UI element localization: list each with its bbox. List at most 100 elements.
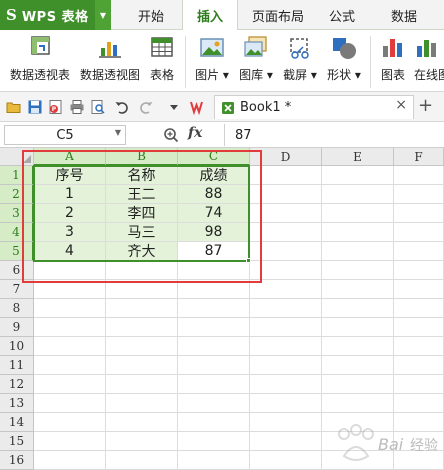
tab-home[interactable]: 开始 [126, 0, 176, 30]
cell-d5[interactable] [250, 242, 322, 261]
row-header-12[interactable]: 12 [0, 375, 34, 394]
column-header-d[interactable]: D [250, 148, 322, 166]
cell-e2[interactable] [322, 185, 394, 204]
cell-d9[interactable] [250, 318, 322, 337]
cell-c12[interactable] [178, 375, 250, 394]
cell-f9[interactable] [394, 318, 444, 337]
cell-b10[interactable] [106, 337, 178, 356]
close-tab-icon[interactable]: × [395, 97, 407, 113]
cell-f14[interactable] [394, 413, 444, 432]
pivot-chart-button[interactable]: 数据透视图 [78, 34, 142, 90]
row-header-15[interactable]: 15 [0, 432, 34, 451]
row-header-10[interactable]: 10 [0, 337, 34, 356]
row-header-3[interactable]: 3 [0, 204, 34, 223]
new-tab-icon[interactable]: + [418, 95, 433, 116]
cell-d7[interactable] [250, 280, 322, 299]
cell-d4[interactable] [250, 223, 322, 242]
shapes-button[interactable]: 形状 ▾ [324, 34, 364, 90]
save-icon[interactable] [27, 99, 43, 115]
open-folder-icon[interactable] [6, 99, 22, 115]
cell-c8[interactable] [178, 299, 250, 318]
cell-f3[interactable] [394, 204, 444, 223]
cell-a16[interactable] [34, 451, 106, 470]
row-header-2[interactable]: 2 [0, 185, 34, 204]
cell-a2[interactable]: 1 [34, 185, 106, 204]
undo-icon[interactable] [114, 99, 130, 115]
cell-f2[interactable] [394, 185, 444, 204]
name-box[interactable]: C5 ▼ [4, 125, 126, 145]
chart-button[interactable]: 图表 [378, 34, 408, 90]
row-header-7[interactable]: 7 [0, 280, 34, 299]
cell-d2[interactable] [250, 185, 322, 204]
chevron-down-icon[interactable]: ▼ [115, 128, 121, 137]
cell-b2[interactable]: 王二 [106, 185, 178, 204]
row-header-9[interactable]: 9 [0, 318, 34, 337]
cell-b16[interactable] [106, 451, 178, 470]
cell-c1[interactable]: 成绩 [178, 166, 250, 185]
row-header-1[interactable]: 1 [0, 166, 34, 185]
print-preview-icon[interactable] [90, 99, 106, 115]
formula-input[interactable]: 87 [224, 124, 444, 146]
cell-e9[interactable] [322, 318, 394, 337]
cell-f5[interactable] [394, 242, 444, 261]
cell-e3[interactable] [322, 204, 394, 223]
cell-d16[interactable] [250, 451, 322, 470]
cell-d15[interactable] [250, 432, 322, 451]
chevron-down-icon[interactable]: ▼ [95, 0, 111, 30]
cell-e4[interactable] [322, 223, 394, 242]
cell-d3[interactable] [250, 204, 322, 223]
cell-a10[interactable] [34, 337, 106, 356]
row-header-6[interactable]: 6 [0, 261, 34, 280]
tab-page-layout[interactable]: 页面布局 [246, 0, 310, 30]
column-header-b[interactable]: B [106, 148, 178, 166]
cell-c10[interactable] [178, 337, 250, 356]
cell-a13[interactable] [34, 394, 106, 413]
cell-c5[interactable]: 87 [178, 242, 250, 261]
cell-b7[interactable] [106, 280, 178, 299]
cell-b6[interactable] [106, 261, 178, 280]
cell-b8[interactable] [106, 299, 178, 318]
picture-button[interactable]: 图片 ▾ [192, 34, 232, 90]
screenshot-button[interactable]: 截屏 ▾ [280, 34, 320, 90]
cell-e11[interactable] [322, 356, 394, 375]
insert-function-button[interactable]: fx [188, 125, 202, 141]
cell-f15[interactable] [394, 432, 444, 451]
cell-e13[interactable] [322, 394, 394, 413]
cell-d1[interactable] [250, 166, 322, 185]
pivot-table-button[interactable]: 数据透视表 [8, 34, 72, 90]
cell-f13[interactable] [394, 394, 444, 413]
tab-data[interactable]: 数据 [380, 0, 428, 30]
column-header-f[interactable]: F [394, 148, 444, 166]
cell-a3[interactable]: 2 [34, 204, 106, 223]
cell-e12[interactable] [322, 375, 394, 394]
column-header-e[interactable]: E [322, 148, 394, 166]
cell-d13[interactable] [250, 394, 322, 413]
cell-f11[interactable] [394, 356, 444, 375]
cell-f12[interactable] [394, 375, 444, 394]
cell-a12[interactable] [34, 375, 106, 394]
cell-f6[interactable] [394, 261, 444, 280]
fill-handle[interactable] [246, 258, 251, 263]
cell-b4[interactable]: 马三 [106, 223, 178, 242]
column-header-a[interactable]: A [34, 148, 106, 166]
cell-e15[interactable] [322, 432, 394, 451]
cell-a5[interactable]: 4 [34, 242, 106, 261]
cell-c3[interactable]: 74 [178, 204, 250, 223]
cell-b9[interactable] [106, 318, 178, 337]
column-header-c[interactable]: C [178, 148, 250, 166]
cell-f7[interactable] [394, 280, 444, 299]
cell-a7[interactable] [34, 280, 106, 299]
cell-d6[interactable] [250, 261, 322, 280]
print-icon[interactable] [69, 99, 85, 115]
cell-c4[interactable]: 98 [178, 223, 250, 242]
cell-a4[interactable]: 3 [34, 223, 106, 242]
cell-c7[interactable] [178, 280, 250, 299]
cell-a8[interactable] [34, 299, 106, 318]
cell-d12[interactable] [250, 375, 322, 394]
row-header-14[interactable]: 14 [0, 413, 34, 432]
cell-e16[interactable] [322, 451, 394, 470]
cell-a6[interactable] [34, 261, 106, 280]
row-header-8[interactable]: 8 [0, 299, 34, 318]
tab-insert[interactable]: 插入 [182, 0, 238, 31]
cell-f1[interactable] [394, 166, 444, 185]
